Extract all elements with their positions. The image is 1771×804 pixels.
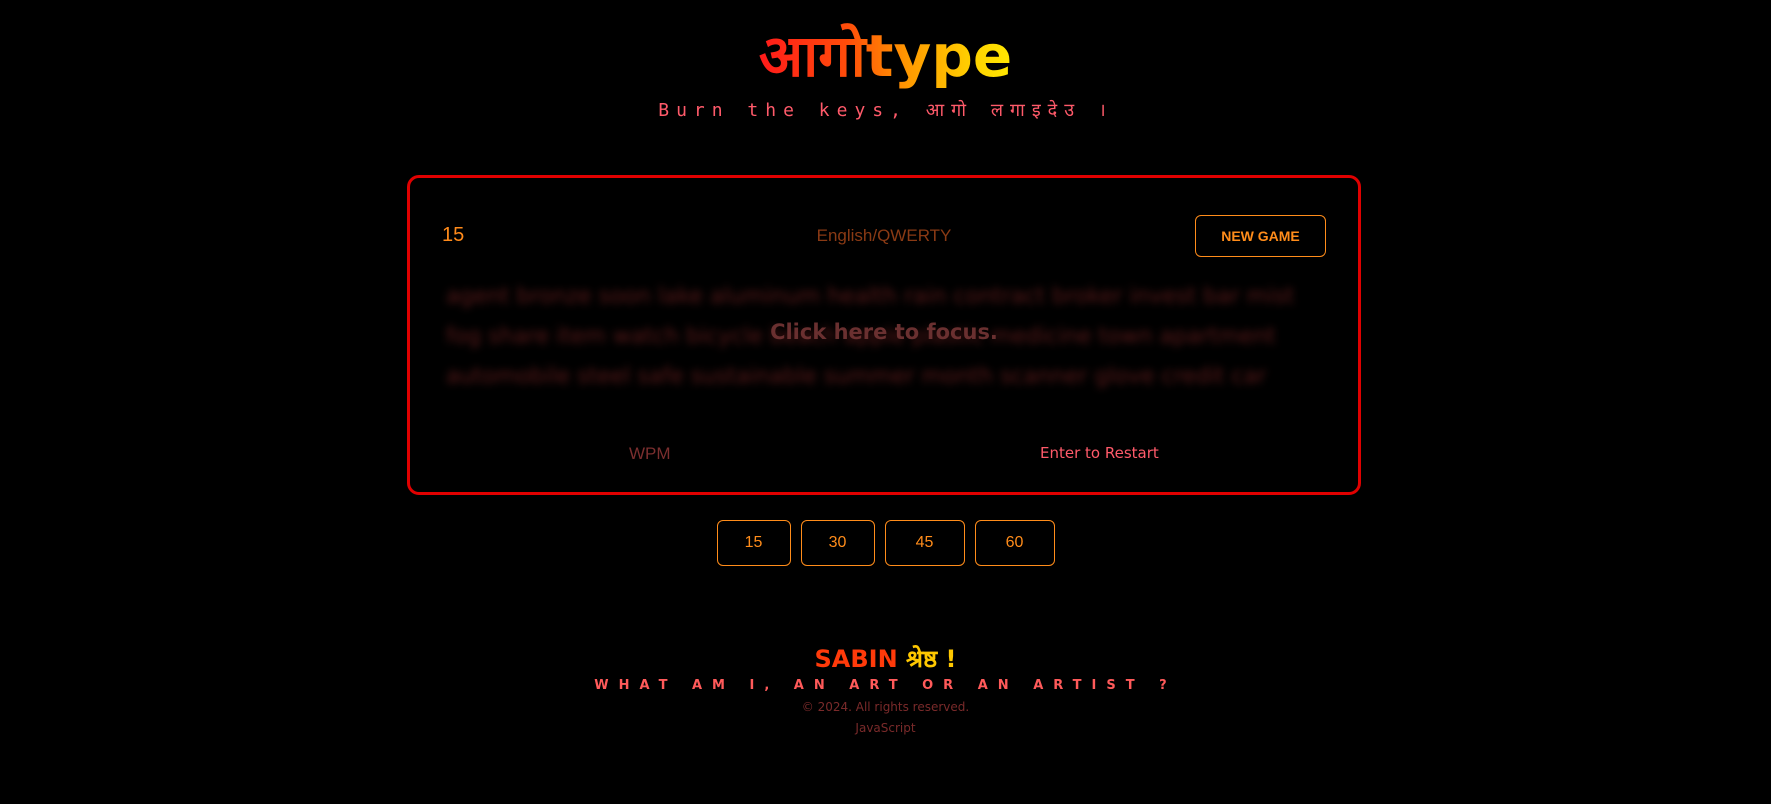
wpm-label: WPM (629, 444, 671, 463)
duration-button-30[interactable]: 30 (800, 520, 875, 566)
typing-card[interactable]: 15 English/QWERTY NEW GAME agent bronze … (407, 175, 1361, 495)
app-logo-container: आगोtype (0, 18, 1771, 94)
focus-prompt[interactable]: Click here to focus. (410, 320, 1358, 344)
author-first-name: SABIN (814, 645, 898, 673)
duration-button-60[interactable]: 60 (974, 520, 1055, 566)
copyright-text: © 2024. All rights reserved. (801, 700, 970, 714)
author-motto: WHAT AM I, AN ART OR AN ARTIST ? (594, 678, 1177, 693)
duration-button-45[interactable]: 45 (884, 520, 965, 566)
author-last-name: श्रेष्ठ ! (906, 645, 957, 673)
tech-link[interactable]: JavaScript (0, 721, 1771, 735)
app-logo[interactable]: आगोtype (759, 18, 1012, 94)
duration-selector: 15 30 45 60 (0, 520, 1771, 566)
page: आगोtype Burn the keys, आगो लगाइदेउ । 15 … (0, 0, 1771, 804)
duration-button-15[interactable]: 15 (716, 520, 791, 566)
tagline: Burn the keys, आगो लगाइदेउ । (658, 100, 1113, 121)
author-name: SABIN श्रेष्ठ ! (0, 641, 1771, 677)
new-game-button[interactable]: NEW GAME (1195, 215, 1326, 257)
restart-hint: Enter to Restart (1040, 444, 1159, 462)
